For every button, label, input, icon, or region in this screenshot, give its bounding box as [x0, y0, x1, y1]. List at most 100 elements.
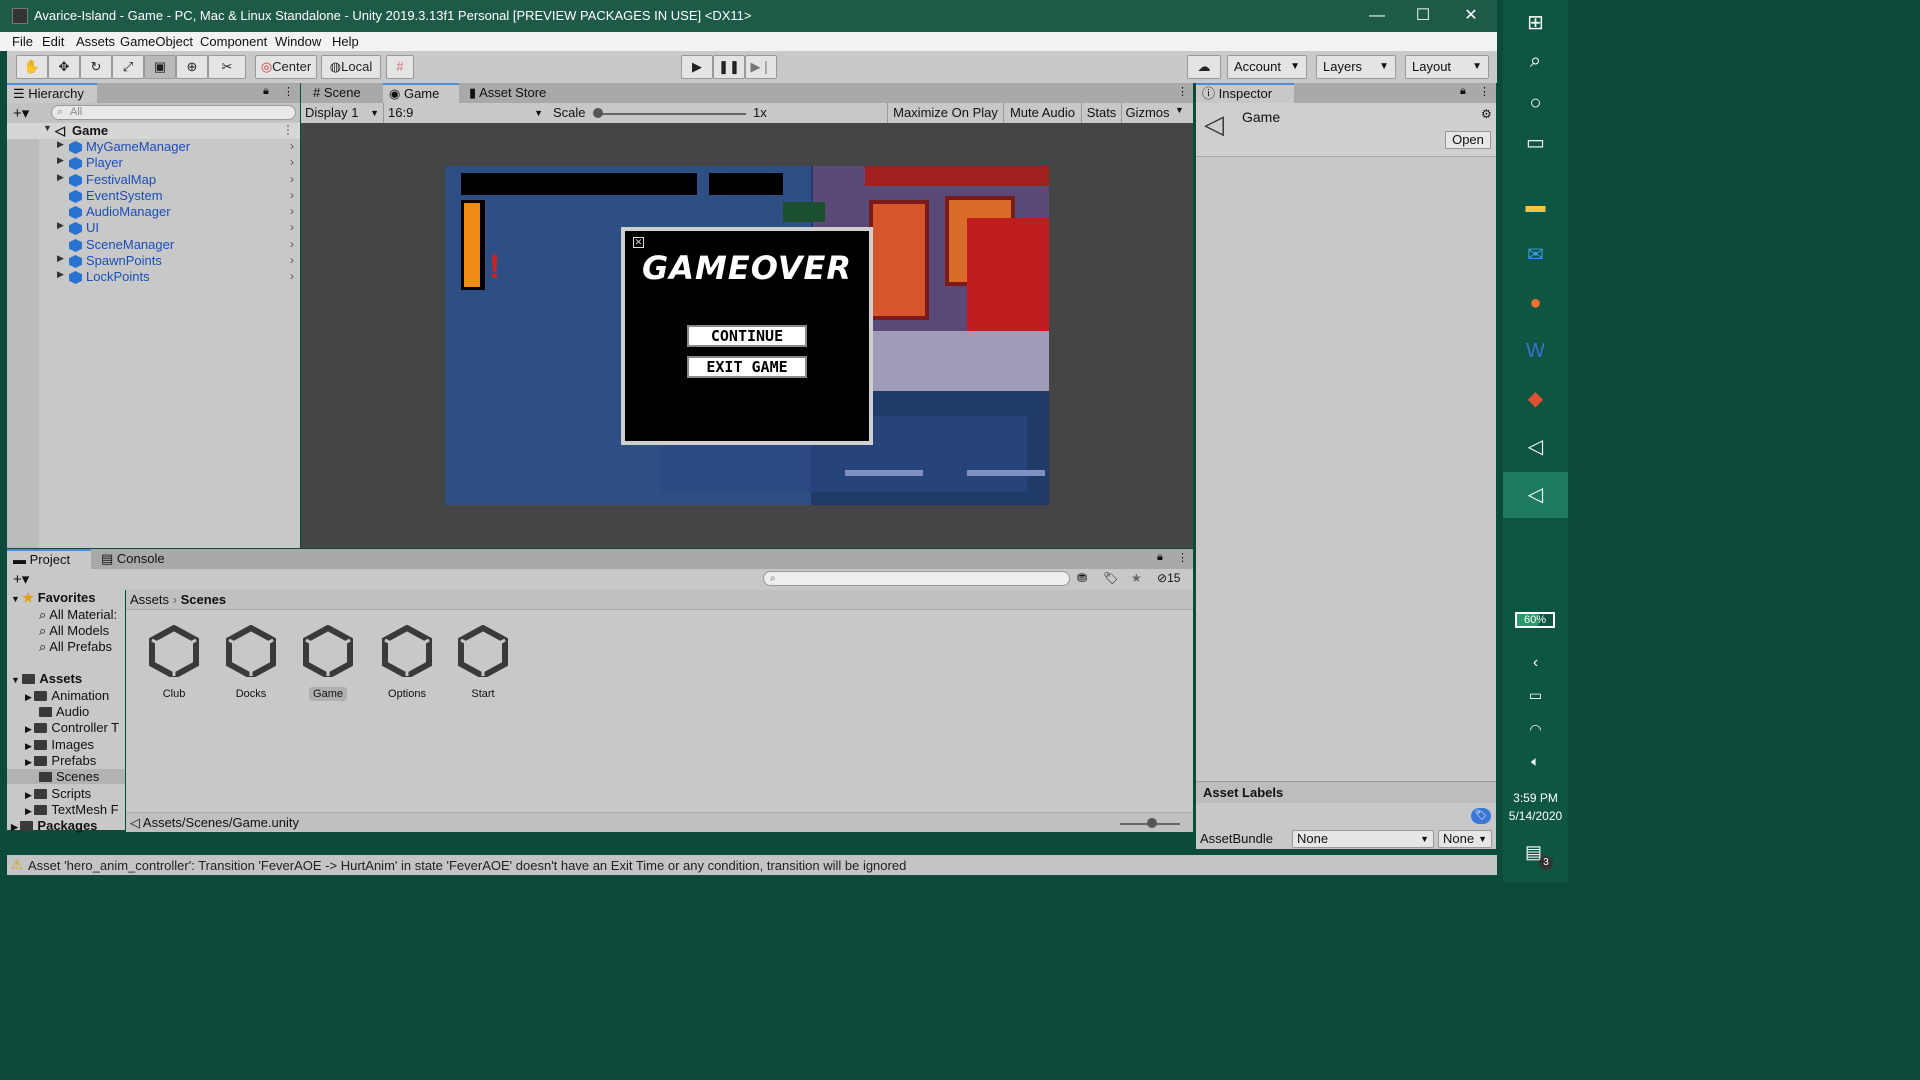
label-tag-icon[interactable]: 🏷︎: [1471, 808, 1491, 824]
project-search-input[interactable]: ⌕: [763, 571, 1070, 586]
gizmos-toggle[interactable]: Gizmos: [1121, 103, 1173, 123]
tab-hierarchy[interactable]: ☰ Hierarchy: [7, 83, 97, 103]
asset-variant-dropdown[interactable]: None ▼: [1438, 830, 1492, 848]
open-button[interactable]: Open: [1445, 131, 1491, 149]
folder-scenes[interactable]: Scenes: [7, 769, 125, 784]
menu-window[interactable]: Window: [275, 34, 321, 49]
asset-bundle-dropdown[interactable]: None ▼: [1292, 830, 1434, 848]
create-plus-icon[interactable]: +▾: [13, 104, 29, 122]
layout-dropdown[interactable]: Layout ▼: [1405, 55, 1489, 79]
lock-icon[interactable]: 🔒︎: [263, 85, 269, 98]
tab-console[interactable]: ▤ Console: [95, 549, 179, 569]
tab-scene[interactable]: # Scene: [307, 83, 383, 103]
folder-prefabs[interactable]: ▶ Prefabs: [25, 753, 96, 768]
window-title-bar[interactable]: Avarice-Island - Game - PC, Mac & Linux …: [0, 0, 1497, 32]
play-button[interactable]: ▶: [681, 55, 713, 79]
scene-file-start[interactable]: Start: [453, 624, 513, 700]
tab-asset-store[interactable]: ▮ Asset Store: [463, 83, 573, 103]
filter-label-icon[interactable]: 🏷︎: [1103, 571, 1118, 585]
hierarchy-item-mygamemanager[interactable]: ▶ MyGameManager ›: [7, 139, 300, 155]
folder-images[interactable]: ▶ Images: [25, 737, 94, 752]
hierarchy-search-input[interactable]: ⌕ All: [51, 105, 296, 120]
cloud-icon[interactable]: ☁: [1187, 55, 1221, 79]
task-view-icon[interactable]: ▭: [1503, 120, 1568, 166]
file-explorer-icon[interactable]: ▬: [1503, 183, 1568, 229]
folder-controller[interactable]: ▶ Controller T: [25, 720, 119, 735]
menu-file[interactable]: File: [12, 34, 33, 49]
hierarchy-item-eventsystem[interactable]: EventSystem ›: [7, 188, 300, 204]
scale-tool-icon[interactable]: ⤢: [112, 55, 144, 79]
continue-button[interactable]: CONTINUE: [687, 325, 807, 347]
menu-help[interactable]: Help: [332, 34, 359, 49]
grid-snap-icon[interactable]: #: [386, 55, 414, 79]
clock-date[interactable]: 5/14/2020: [1503, 809, 1568, 823]
lock-icon[interactable]: 🔒︎: [1460, 85, 1466, 98]
menu-assets[interactable]: Assets: [76, 34, 115, 49]
close-icon[interactable]: ✕: [633, 237, 644, 248]
aspect-dropdown[interactable]: 16:9 ▼: [383, 103, 547, 123]
layers-dropdown[interactable]: Layers ▼: [1316, 55, 1396, 79]
mute-audio-toggle[interactable]: Mute Audio: [1003, 103, 1081, 123]
hierarchy-item-ui[interactable]: ▶ UI ›: [7, 220, 300, 236]
account-dropdown[interactable]: Account ▼: [1227, 55, 1307, 79]
transform-tool-icon[interactable]: ⊕: [176, 55, 208, 79]
favorites-row[interactable]: ▼ ★ Favorites: [11, 590, 96, 606]
unity-hub-icon[interactable]: ◁: [1503, 424, 1568, 470]
firefox-icon[interactable]: ●: [1503, 280, 1568, 326]
settings-gear-icon[interactable]: ⚙: [1481, 107, 1492, 121]
breadcrumb-scenes[interactable]: Scenes: [181, 592, 227, 607]
folder-animation[interactable]: ▶ Animation: [25, 688, 109, 703]
clock-time[interactable]: 3:59 PM: [1503, 791, 1568, 805]
kebab-menu-icon[interactable]: ⋮: [1177, 85, 1188, 98]
kebab-menu-icon[interactable]: ⋮: [1479, 85, 1490, 98]
scale-slider-handle[interactable]: [593, 108, 603, 118]
volume-icon[interactable]: 🔈︎: [1503, 738, 1568, 784]
create-plus-icon[interactable]: +▾: [13, 570, 29, 588]
hierarchy-item-scenemanager[interactable]: SceneManager ›: [7, 237, 300, 253]
exit-game-button[interactable]: EXIT GAME: [687, 356, 807, 378]
maximize-on-play-toggle[interactable]: Maximize On Play: [887, 103, 1003, 123]
folder-scripts[interactable]: ▶ Scripts: [25, 786, 91, 801]
pivot-local-button[interactable]: ◍Local: [321, 55, 381, 79]
assets-root-row[interactable]: ▼ Assets: [11, 671, 82, 686]
hierarchy-item-player[interactable]: ▶ Player ›: [7, 155, 300, 171]
filter-type-icon[interactable]: ⛃: [1077, 571, 1087, 585]
display-dropdown[interactable]: Display 1 ▼: [301, 103, 381, 123]
custom-tool-icon[interactable]: ✂: [208, 55, 246, 79]
scene-file-docks[interactable]: Docks: [221, 624, 281, 700]
hierarchy-item-audiomanager[interactable]: AudioManager ›: [7, 204, 300, 220]
rect-tool-icon[interactable]: ▣: [144, 55, 176, 79]
search-icon[interactable]: ⌕: [1503, 38, 1568, 84]
menu-edit[interactable]: Edit: [42, 34, 64, 49]
pivot-center-button[interactable]: ◎Center: [255, 55, 317, 79]
kebab-menu-icon[interactable]: ⋮: [1177, 551, 1188, 564]
console-status-bar[interactable]: ⚠ Asset 'hero_anim_controller': Transiti…: [7, 855, 1497, 875]
folder-textmesh[interactable]: ▶ TextMesh F: [25, 802, 119, 817]
favorite-all-models[interactable]: ⌕ All Models: [39, 623, 109, 639]
hand-tool-icon[interactable]: ✋: [16, 55, 48, 79]
hierarchy-item-lockpoints[interactable]: ▶ LockPoints ›: [7, 269, 300, 285]
tab-project[interactable]: ▬ Project: [7, 549, 91, 569]
menu-gameobject[interactable]: GameObject: [120, 34, 193, 49]
scene-file-options[interactable]: Options: [377, 624, 437, 700]
scale-slider-track[interactable]: [596, 113, 746, 115]
hidden-packages-toggle[interactable]: ⊘15: [1157, 571, 1180, 585]
favorite-star-icon[interactable]: ★: [1131, 571, 1142, 585]
step-button[interactable]: ▶❘: [745, 55, 777, 79]
mail-icon[interactable]: ✉: [1503, 232, 1568, 278]
pause-button[interactable]: ❚❚: [713, 55, 745, 79]
packages-row[interactable]: ▶ Packages: [11, 818, 97, 833]
move-tool-icon[interactable]: ✥: [48, 55, 80, 79]
tab-game[interactable]: ◉ Game: [383, 83, 459, 103]
kebab-menu-icon[interactable]: ⋮: [282, 123, 294, 137]
rotate-tool-icon[interactable]: ↻: [80, 55, 112, 79]
kebab-menu-icon[interactable]: ⋮: [283, 85, 294, 98]
menu-component[interactable]: Component: [200, 34, 267, 49]
hierarchy-item-festivalmap[interactable]: ▶ FestivalMap ›: [7, 172, 300, 188]
favorite-all-materials[interactable]: ⌕ All Material:: [39, 607, 117, 623]
chevron-down-icon[interactable]: ▼: [1175, 105, 1184, 115]
folder-audio[interactable]: Audio: [39, 704, 89, 719]
lock-icon[interactable]: 🔒︎: [1157, 551, 1163, 564]
unity-editor-icon[interactable]: ◁: [1503, 472, 1568, 518]
close-button[interactable]: ✕: [1448, 0, 1494, 32]
